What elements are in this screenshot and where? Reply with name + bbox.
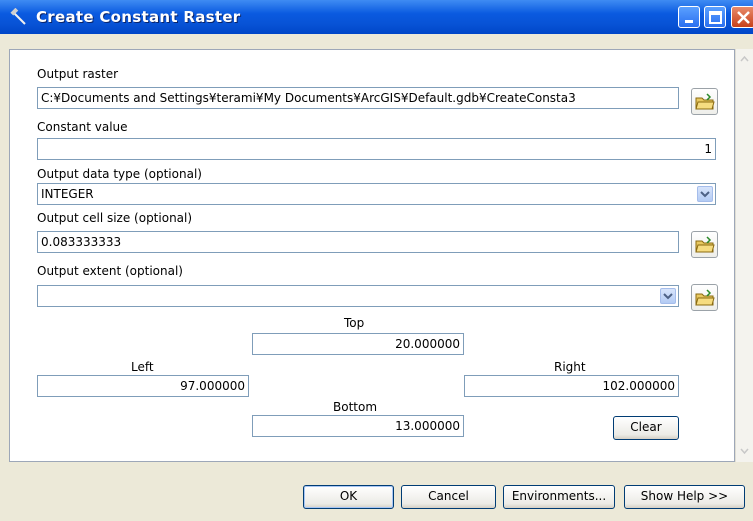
output-raster-browse-button[interactable] <box>691 88 718 115</box>
cell-size-browse-button[interactable] <box>691 231 718 258</box>
cancel-button[interactable]: Cancel <box>401 485 496 509</box>
chevron-down-icon[interactable] <box>660 288 676 304</box>
extent-right-label: Right <box>554 360 586 374</box>
hammer-icon <box>10 7 28 26</box>
constant-value-label: Constant value <box>37 120 128 134</box>
maximize-button[interactable] <box>704 6 726 28</box>
extent-right-field[interactable]: 102.000000 <box>464 375 679 397</box>
cell-size-field[interactable]: 0.083333333 <box>37 231 679 253</box>
close-button[interactable] <box>731 6 753 28</box>
constant-value-field[interactable]: 1 <box>37 138 716 160</box>
environments-button[interactable]: Environments... <box>503 485 615 509</box>
data-type-combo[interactable]: INTEGER <box>37 183 716 205</box>
data-type-label: Output data type (optional) <box>37 167 202 181</box>
extent-left-field[interactable]: 97.000000 <box>37 375 249 397</box>
minimize-button[interactable] <box>678 6 700 28</box>
clear-extent-button[interactable]: Clear <box>613 416 679 440</box>
title-bar[interactable]: Create Constant Raster <box>0 0 753 34</box>
dialog-window: Create Constant Raster Output raster C:¥… <box>0 0 753 521</box>
extent-left-label: Left <box>131 360 154 374</box>
extent-browse-button[interactable] <box>691 284 718 311</box>
extent-combo[interactable] <box>37 285 679 307</box>
cell-size-label: Output cell size (optional) <box>37 211 193 225</box>
extent-label: Output extent (optional) <box>37 264 183 278</box>
vertical-scrollbar[interactable] <box>735 49 753 462</box>
show-help-button[interactable]: Show Help >> <box>624 485 745 509</box>
extent-top-label: Top <box>344 316 365 330</box>
chevron-down-icon[interactable] <box>697 186 713 202</box>
output-raster-label: Output raster <box>37 67 119 81</box>
extent-top-field[interactable]: 20.000000 <box>252 333 464 355</box>
scroll-up-icon[interactable] <box>737 51 752 68</box>
data-type-value: INTEGER <box>41 187 94 201</box>
window-title: Create Constant Raster <box>36 8 241 26</box>
extent-bottom-field[interactable]: 13.000000 <box>252 415 464 437</box>
output-raster-field[interactable]: C:¥Documents and Settings¥terami¥My Docu… <box>37 87 679 109</box>
extent-bottom-label: Bottom <box>333 400 378 414</box>
scroll-down-icon[interactable] <box>737 442 752 459</box>
ok-button[interactable]: OK <box>303 485 394 509</box>
